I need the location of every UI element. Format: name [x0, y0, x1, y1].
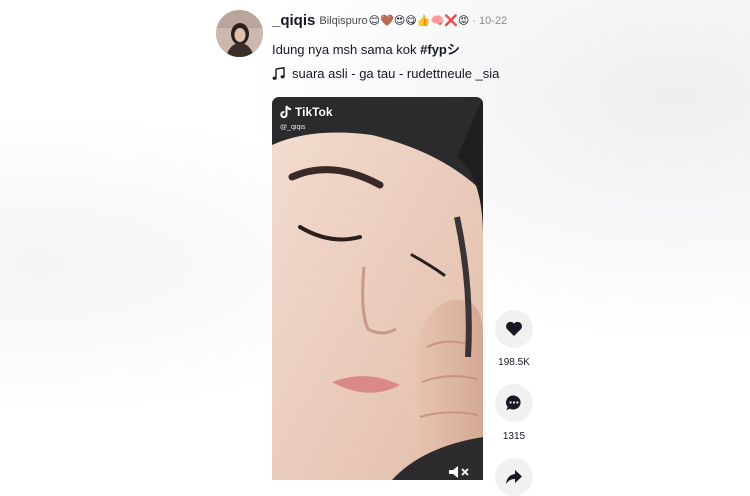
post-date: 10-22 [479, 14, 508, 27]
music-link[interactable]: suara asli - ga tau - rudettneule _sia [272, 66, 499, 81]
nickname-emojis: 😊🤎😍😋👍🧠❌😡 [368, 15, 470, 27]
heart-icon [506, 321, 522, 336]
action-bar: 198.5K 1315 [494, 310, 534, 496]
tiktok-brand-text: TikTok [295, 105, 333, 119]
caption-text: Idung nya msh sama kok [272, 42, 421, 57]
video-frame [272, 97, 483, 480]
separator-dot: · [472, 14, 476, 27]
watermark-handle: @_qiqis [280, 124, 306, 131]
share-arrow-icon [506, 470, 522, 484]
comment-count: 1315 [502, 431, 526, 442]
speaker-muted-icon[interactable] [448, 465, 470, 479]
nickname[interactable]: Bilqispuro [319, 15, 367, 27]
share-button[interactable] [495, 458, 533, 496]
tiktok-logo-icon [280, 105, 292, 119]
post-header: _qiqis Bilqispuro 😊🤎😍😋👍🧠❌😡 · 10-22 [272, 12, 507, 29]
username[interactable]: _qiqis [272, 12, 315, 29]
like-count: 198.5K [498, 357, 530, 368]
comment-button[interactable] [495, 384, 533, 422]
tiktok-post: _qiqis Bilqispuro 😊🤎😍😋👍🧠❌😡 · 10-22 Idung… [0, 0, 750, 496]
video-player[interactable]: TikTok @_qiqis [272, 97, 483, 480]
music-note-icon [272, 66, 285, 80]
comment-bubble-icon [506, 395, 521, 411]
tiktok-watermark: TikTok [279, 105, 333, 119]
post-caption: Idung nya msh sama kok #fypシ [272, 39, 460, 58]
avatar[interactable] [216, 10, 263, 57]
hashtag-link[interactable]: #fypシ [420, 42, 460, 57]
like-button[interactable] [495, 310, 533, 348]
music-title: suara asli - ga tau - rudettneule _sia [292, 66, 500, 81]
